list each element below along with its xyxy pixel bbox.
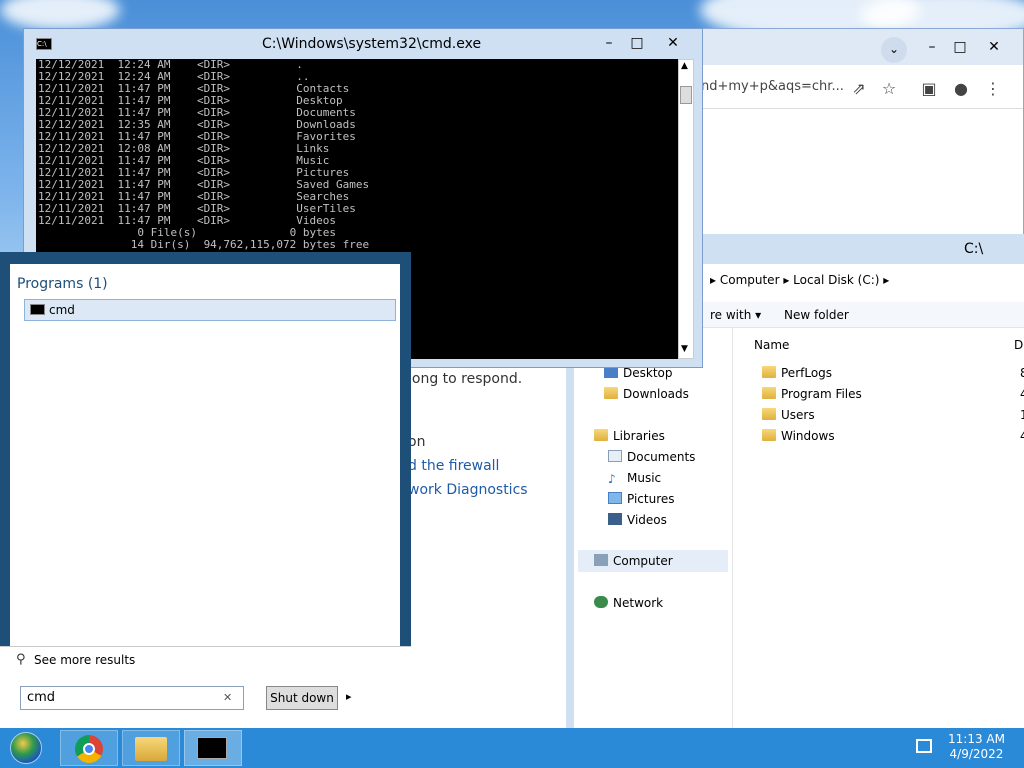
music-icon: ♪ bbox=[608, 472, 616, 486]
file-date: 8/ bbox=[1020, 366, 1024, 380]
clear-search-icon[interactable]: ✕ bbox=[223, 691, 232, 704]
pictures-icon bbox=[608, 492, 622, 504]
shutdown-options-arrow[interactable]: ▸ bbox=[346, 690, 352, 703]
nav-desktop[interactable]: Desktop bbox=[604, 366, 673, 380]
nav-documents[interactable]: Documents bbox=[608, 450, 695, 464]
magnifier-icon: ⚲ bbox=[16, 652, 26, 667]
videos-icon bbox=[608, 513, 622, 525]
bookmark-star-icon[interactable]: ☆ bbox=[877, 79, 901, 98]
scroll-thumb[interactable] bbox=[680, 86, 692, 104]
chrome-close-button[interactable]: ✕ bbox=[979, 39, 1009, 55]
start-results-panel bbox=[10, 264, 400, 646]
scroll-up-arrow-icon[interactable]: ▲ bbox=[681, 61, 688, 71]
control-panel-window bbox=[400, 360, 566, 728]
taskbar-chrome[interactable] bbox=[60, 730, 118, 766]
folder-icon bbox=[762, 387, 776, 399]
nav-computer[interactable]: Computer bbox=[578, 550, 728, 572]
file-row[interactable]: PerfLogs bbox=[762, 366, 832, 380]
taskbar-cmd[interactable] bbox=[184, 730, 242, 766]
programs-header: Programs (1) bbox=[17, 276, 108, 292]
nav-libraries[interactable]: Libraries bbox=[594, 429, 665, 443]
share-with-button[interactable]: re with ▾ bbox=[710, 308, 761, 322]
cp-diagnostics-link[interactable]: work Diagnostics bbox=[408, 482, 528, 498]
wallpaper-cloud bbox=[0, 0, 120, 30]
file-date: 4/ bbox=[1020, 429, 1024, 443]
computer-icon bbox=[594, 554, 608, 566]
tab-search-icon[interactable]: ⌄ bbox=[881, 37, 907, 63]
shutdown-button[interactable]: Shut down bbox=[266, 686, 338, 710]
taskbar-explorer[interactable] bbox=[122, 730, 180, 766]
scroll-down-arrow-icon[interactable]: ▼ bbox=[681, 344, 688, 354]
breadcrumb[interactable]: ▸ Computer ▸ Local Disk (C:) ▸ bbox=[710, 270, 1024, 292]
clock-time: 11:13 AM bbox=[948, 732, 1005, 746]
start-search-row: cmd ✕ Shut down ▸ bbox=[0, 674, 411, 728]
start-button[interactable] bbox=[4, 730, 48, 766]
network-tray-icon[interactable] bbox=[916, 739, 932, 753]
folder-icon bbox=[762, 429, 776, 441]
breadcrumb-computer[interactable]: Computer bbox=[720, 273, 780, 287]
chrome-maximize-button[interactable]: □ bbox=[945, 39, 975, 55]
system-clock[interactable]: 11:13 AM 4/9/2022 bbox=[948, 732, 1005, 762]
search-result-label: cmd bbox=[49, 303, 75, 317]
network-icon bbox=[594, 596, 608, 608]
downloads-icon bbox=[604, 387, 618, 399]
breadcrumb-sep-icon: ▸ bbox=[883, 273, 890, 287]
windows-orb-icon bbox=[10, 732, 42, 764]
file-row[interactable]: Program Files bbox=[762, 387, 862, 401]
breadcrumb-sep-icon: ▸ bbox=[710, 273, 720, 287]
cmd-result-icon bbox=[30, 304, 45, 315]
menu-kebab-icon[interactable]: ⋮ bbox=[981, 79, 1005, 98]
start-search-input[interactable]: cmd ✕ bbox=[20, 686, 244, 710]
nav-music[interactable]: ♪ Music bbox=[608, 471, 661, 486]
profile-avatar-icon[interactable]: ● bbox=[949, 79, 973, 98]
cmd-minimize-button[interactable]: – bbox=[594, 35, 624, 51]
documents-icon bbox=[608, 450, 622, 462]
taskbar: 11:13 AM 4/9/2022 bbox=[0, 728, 1024, 768]
nav-videos[interactable]: Videos bbox=[608, 513, 667, 527]
column-header-date[interactable]: Da bbox=[1014, 338, 1024, 352]
file-date: 12 bbox=[1020, 408, 1024, 422]
cmd-title: C:\Windows\system32\cmd.exe bbox=[262, 36, 482, 52]
cmd-titlebar[interactable]: C:\ C:\Windows\system32\cmd.exe – □ ✕ bbox=[24, 29, 702, 59]
nav-network[interactable]: Network bbox=[594, 596, 663, 610]
see-more-results-link[interactable]: ⚲ See more results bbox=[0, 646, 411, 674]
cmd-icon bbox=[197, 737, 227, 759]
cp-status-text: long to respond. bbox=[408, 371, 523, 387]
nav-downloads[interactable]: Downloads bbox=[604, 387, 689, 401]
nav-pane-divider bbox=[732, 328, 733, 730]
libraries-icon bbox=[594, 429, 608, 441]
start-menu: Programs (1) cmd ⚲ See more results cmd … bbox=[0, 252, 411, 728]
side-panel-icon[interactable]: ▣ bbox=[917, 79, 941, 98]
explorer-title: C:\ bbox=[964, 241, 984, 257]
cp-firewall-link[interactable]: d the firewall bbox=[408, 458, 499, 474]
chrome-icon-center bbox=[83, 743, 95, 755]
clock-date: 4/9/2022 bbox=[949, 747, 1004, 761]
console-line: 14 Dir(s) 94,762,115,072 bytes free bbox=[38, 238, 370, 251]
share-icon[interactable]: ⇗ bbox=[847, 79, 871, 98]
nav-pictures[interactable]: Pictures bbox=[608, 492, 675, 506]
file-row[interactable]: Users bbox=[762, 408, 815, 422]
cmd-close-button[interactable]: ✕ bbox=[658, 35, 688, 51]
breadcrumb-local-disk[interactable]: Local Disk (C:) bbox=[793, 273, 879, 287]
search-result-cmd[interactable]: cmd bbox=[24, 299, 396, 321]
breadcrumb-sep-icon: ▸ bbox=[783, 273, 794, 287]
folder-icon bbox=[762, 408, 776, 420]
new-folder-button[interactable]: New folder bbox=[784, 308, 849, 322]
column-header-name[interactable]: Name bbox=[754, 338, 789, 352]
chrome-minimize-button[interactable]: – bbox=[917, 39, 947, 55]
cmd-app-icon: C:\ bbox=[36, 38, 52, 50]
file-date: 4/ bbox=[1020, 387, 1024, 401]
file-row[interactable]: Windows bbox=[762, 429, 835, 443]
folder-icon bbox=[762, 366, 776, 378]
console-scrollbar[interactable]: ▲ ▼ bbox=[678, 59, 694, 359]
cmd-maximize-button[interactable]: □ bbox=[622, 35, 652, 51]
folder-icon bbox=[135, 737, 167, 761]
